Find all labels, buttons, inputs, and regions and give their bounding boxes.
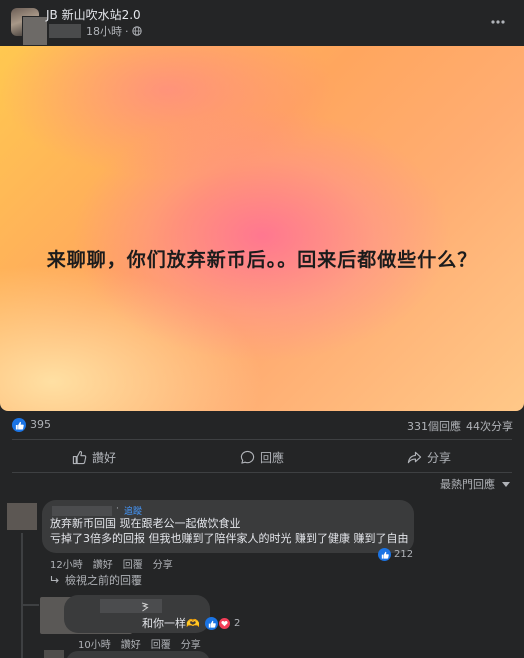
reply-share-link[interactable]: 分享 bbox=[181, 636, 201, 651]
reply-time[interactable]: 10小時 bbox=[78, 636, 111, 651]
comment-share-link[interactable]: 分享 bbox=[153, 556, 173, 571]
reply-reply-link[interactable]: 回覆 bbox=[151, 636, 171, 651]
caret-down-icon bbox=[502, 481, 510, 487]
reply-reactions[interactable]: 2 bbox=[205, 617, 240, 630]
commenter-avatar[interactable] bbox=[7, 503, 37, 530]
globe-icon bbox=[131, 26, 142, 36]
speech-bubble-icon bbox=[240, 450, 255, 464]
comment-button-label: 回應 bbox=[260, 450, 285, 465]
reply-reaction-count: 2 bbox=[234, 618, 241, 629]
post-text: 来聊聊，你们放弃新币后。。回来后都做些什么？ bbox=[46, 249, 478, 271]
post-stats: 395 331個回應 44次分享 bbox=[0, 414, 524, 436]
comment-time[interactable]: 12小時 bbox=[50, 556, 83, 571]
post-time-text[interactable]: 18小時 bbox=[86, 23, 122, 39]
post-header: JB 新山吹水站2.0 18小時 · bbox=[0, 0, 524, 46]
comment-text-line-2: 亏掉了3倍多的回报 但我也赚到了陪伴家人的时光 赚到了健康 赚到了自由 bbox=[50, 532, 409, 545]
dot-separator: · bbox=[125, 24, 129, 38]
comment-meta: 12小時 讚好 回覆 分享 bbox=[50, 556, 173, 571]
next-reply-bubble bbox=[66, 651, 210, 658]
commenter-name-redacted[interactable] bbox=[52, 506, 112, 516]
thread-line bbox=[21, 533, 23, 658]
comment-sort-dropdown[interactable]: 最熱門回應 bbox=[440, 476, 510, 492]
reply-like-link[interactable]: 讚好 bbox=[121, 636, 141, 651]
comment-bubble: · 追蹤 放弃新币回国 现在跟老公一起做饮食业 亏掉了3倍多的回报 但我也赚到了… bbox=[42, 500, 414, 553]
post-timestamp[interactable]: 18小時 · bbox=[86, 23, 142, 39]
divider bbox=[12, 439, 512, 440]
dot-separator: · bbox=[116, 504, 119, 514]
divider bbox=[12, 472, 512, 473]
sort-label: 最熱門回應 bbox=[440, 478, 495, 491]
post-background-banner: 来聊聊，你们放弃新币后。。回来后都做些什么？ bbox=[0, 46, 524, 411]
thumbs-up-icon bbox=[72, 450, 87, 464]
view-previous-replies-label: 檢視之前的回覆 bbox=[65, 574, 142, 587]
like-button-label: 讚好 bbox=[92, 450, 117, 465]
heart-reaction-icon bbox=[218, 617, 231, 630]
comment-reactions[interactable]: 212 bbox=[378, 548, 413, 561]
like-reaction-icon bbox=[205, 617, 218, 630]
comment-like-link[interactable]: 讚好 bbox=[93, 556, 113, 571]
more-horizontal-icon[interactable] bbox=[490, 14, 506, 30]
follow-link[interactable]: 追蹤 bbox=[124, 504, 142, 517]
reply-arrow-icon bbox=[50, 576, 59, 583]
verified-badge-icon bbox=[141, 602, 149, 612]
author-name-redacted[interactable] bbox=[49, 24, 81, 38]
share-arrow-icon bbox=[407, 451, 422, 463]
comment-reply-link[interactable]: 回覆 bbox=[123, 556, 143, 571]
comment-count[interactable]: 331個回應 bbox=[407, 418, 461, 434]
like-reaction-icon bbox=[378, 548, 391, 561]
post-actions: 讚好 回應 分享 bbox=[0, 444, 524, 470]
comment-reaction-count: 212 bbox=[394, 549, 414, 560]
reply-text: 和你一样🫶 bbox=[142, 617, 200, 630]
reply-name-redacted[interactable] bbox=[100, 599, 162, 613]
comment-text-line-1: 放弃新币回国 现在跟老公一起做饮食业 bbox=[50, 517, 241, 530]
reply-meta: 10小時 讚好 回覆 分享 bbox=[78, 636, 201, 651]
next-reply-avatar[interactable] bbox=[44, 650, 64, 658]
group-name[interactable]: JB 新山吹水站2.0 bbox=[46, 6, 141, 23]
share-button-label: 分享 bbox=[427, 450, 452, 465]
comment-button[interactable]: 回應 bbox=[240, 444, 284, 470]
thread-branch bbox=[21, 604, 39, 606]
share-count[interactable]: 44次分享 bbox=[466, 418, 513, 434]
like-reaction-icon[interactable] bbox=[12, 418, 26, 432]
view-previous-replies[interactable]: 檢視之前的回覆 bbox=[50, 572, 142, 588]
reaction-count[interactable]: 395 bbox=[30, 418, 51, 431]
like-button[interactable]: 讚好 bbox=[72, 444, 116, 470]
share-button[interactable]: 分享 bbox=[407, 444, 451, 470]
author-avatar[interactable] bbox=[22, 16, 48, 46]
